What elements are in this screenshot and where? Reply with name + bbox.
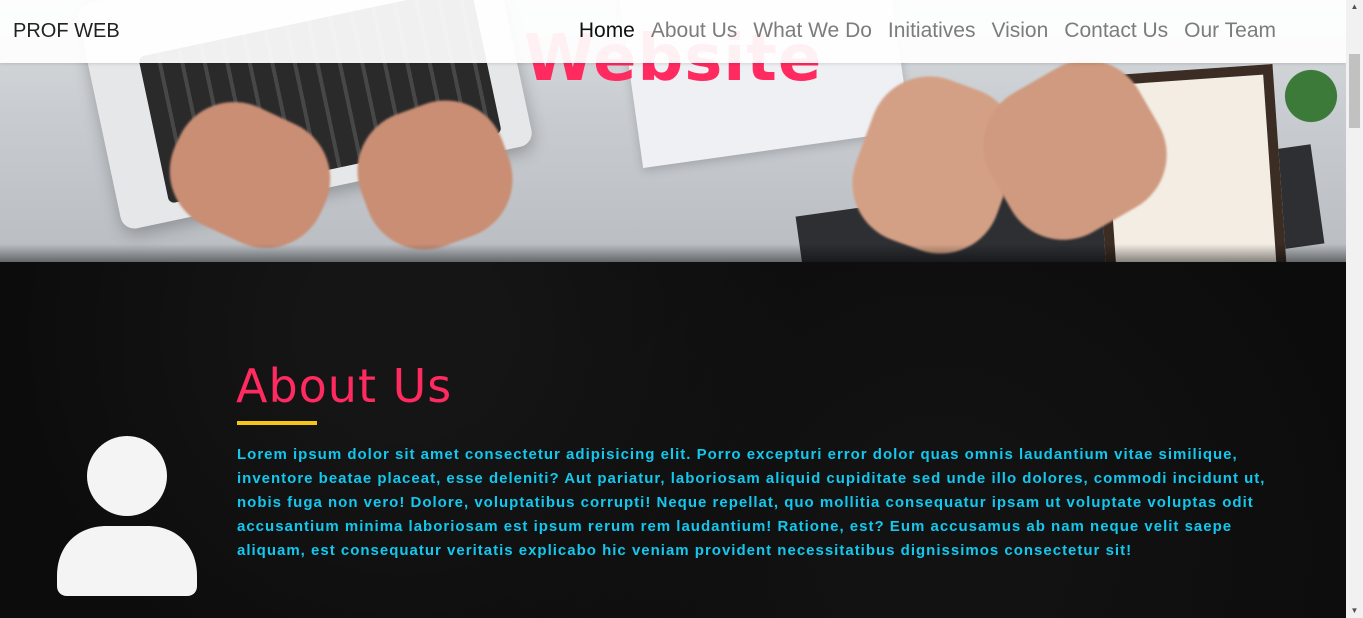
navbar: PROF WEB Home About Us What We Do Initia… [0,0,1346,63]
about-paragraph: Lorem ipsum dolor sit amet consectetur a… [237,446,1266,559]
scrollbar-thumb[interactable] [1349,54,1360,128]
nav-link-what-we-do[interactable]: What We Do [753,19,872,43]
hero-bottom-shadow [0,244,1346,262]
nav-link-vision[interactable]: Vision [991,19,1048,43]
nav-links: Home About Us What We Do Initiatives Vis… [579,19,1276,43]
vertical-scrollbar[interactable]: ▲ ▼ [1346,0,1363,618]
scroll-up-arrow-icon[interactable]: ▲ [1346,0,1363,14]
about-section: About Us Lorem ipsum dolor sit amet cons… [0,262,1346,618]
nav-link-our-team[interactable]: Our Team [1184,19,1276,43]
nav-link-about-us[interactable]: About Us [651,19,737,43]
heading-underline [237,421,317,425]
about-heading: About Us [236,359,453,413]
page: Website PROF WEB Home About Us What We D… [0,0,1346,618]
nav-link-contact-us[interactable]: Contact Us [1064,19,1168,43]
nav-link-home[interactable]: Home [579,19,635,43]
nav-link-initiatives[interactable]: Initiatives [888,19,976,43]
user-icon [57,436,197,596]
brand-logo-text[interactable]: PROF WEB [13,20,120,43]
scroll-down-arrow-icon[interactable]: ▼ [1346,604,1363,618]
